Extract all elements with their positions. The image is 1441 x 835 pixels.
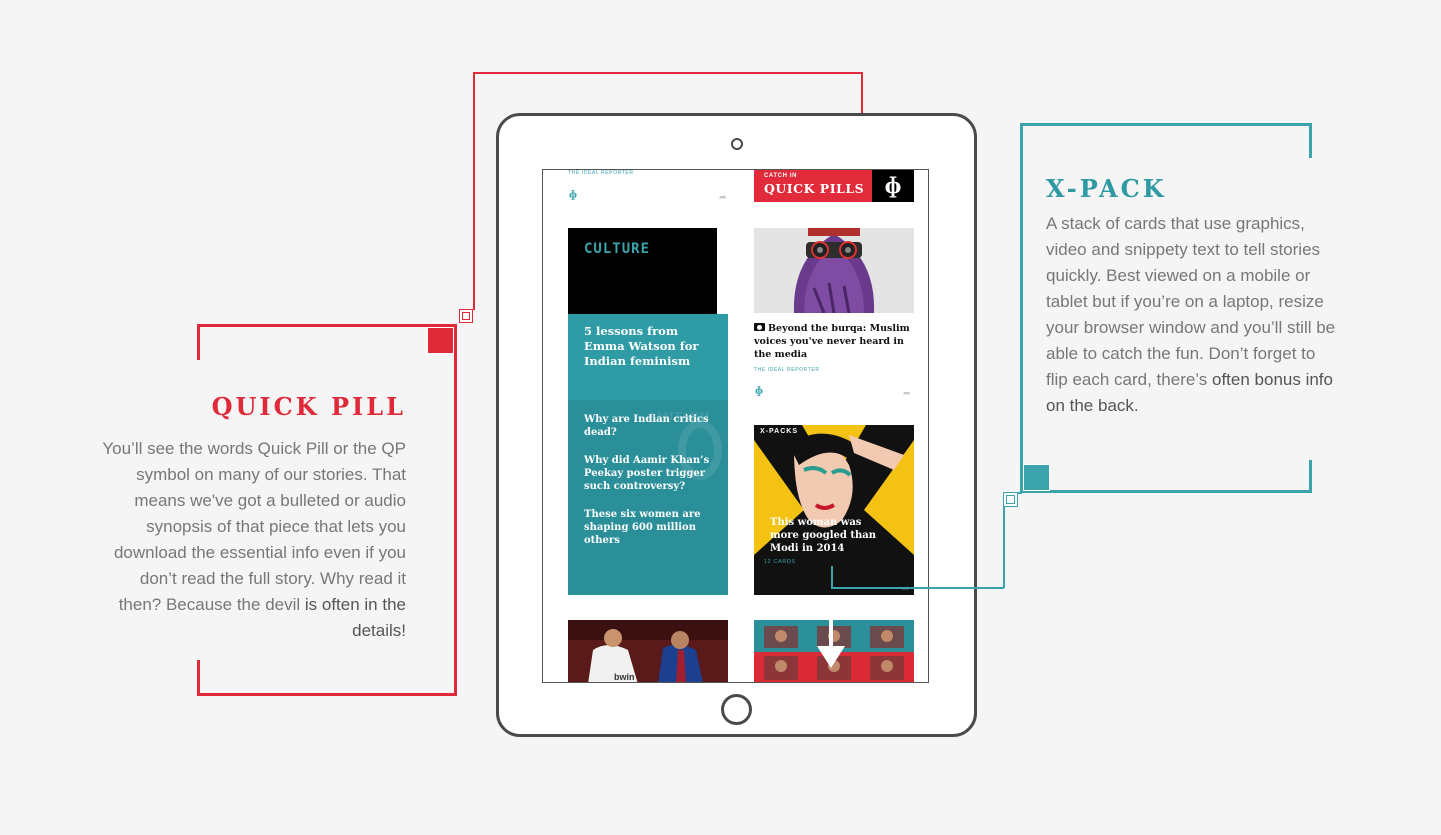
xp-frame-top <box>1020 123 1312 126</box>
football-illustration <box>568 620 728 682</box>
xp-frame-left <box>1020 123 1023 493</box>
xp-connector-up <box>1003 505 1005 588</box>
top-story-source: THE IDEAL REPORTER <box>568 170 634 176</box>
quick-pill-description-emphasis: is often in the details! <box>304 595 406 640</box>
camera-icon <box>754 323 765 331</box>
culture-story-1[interactable]: Why are Indian critics dead? <box>584 413 724 439</box>
culture-story-3[interactable]: These six women are shaping 600 million … <box>584 508 724 547</box>
quick-pill-title: QUICK PILL <box>211 392 406 421</box>
football-story-image[interactable]: bwin <box>568 620 728 682</box>
xpack-title: X-PACK <box>1046 174 1167 203</box>
share-icon-3[interactable]: ➦ <box>902 583 910 594</box>
xp-frame-square <box>1023 464 1050 491</box>
culture-story-list: AMITABH Why are Indian critics dead? Why… <box>568 400 728 595</box>
tablet-screen: THE IDEAL REPORTER ɸ ➦ CATCH IN QUICK PI… <box>542 169 929 683</box>
burqa-story-source: THE IDEAL REPORTER <box>754 367 820 373</box>
qp-symbol-icon[interactable]: ɸ <box>569 190 577 201</box>
burqa-illustration <box>754 228 914 313</box>
share-icon-2[interactable]: ➦ <box>903 388 911 399</box>
qp-frame-square <box>427 327 454 354</box>
culture-story-2[interactable]: Why did Aamir Khan’s Peekay poster trigg… <box>584 454 724 493</box>
burqa-headline-text: Beyond the burqa: Muslim voices you've n… <box>754 323 910 360</box>
burqa-story-headline[interactable]: Beyond the burqa: Muslim voices you've n… <box>754 322 914 361</box>
qp-frame-right <box>454 324 457 696</box>
culture-lead-story[interactable]: 5 lessons from Emma Watson for Indian fe… <box>568 314 728 400</box>
qp-frame-top <box>197 324 457 327</box>
qp-connector-top <box>473 72 863 74</box>
culture-header[interactable]: CULTURE <box>568 228 717 314</box>
qp-frame-bottom <box>197 693 457 696</box>
xp-connector-vertical <box>831 566 833 588</box>
quick-pill-description-main: You’ll see the words Quick Pill or the Q… <box>102 439 406 614</box>
xp-frame-bottom <box>1020 490 1312 493</box>
culture-lead-headline: 5 lessons from Emma Watson for Indian fe… <box>584 324 699 368</box>
catch-in-label: CATCH IN <box>764 173 798 179</box>
scroll-down-arrow-icon <box>817 618 845 668</box>
xpack-card-count: 12 CARDS <box>764 559 796 565</box>
culture-label: CULTURE <box>584 241 651 257</box>
xp-frame-right-bottom <box>1309 460 1312 493</box>
tablet-camera <box>731 138 743 150</box>
xp-connector-link <box>1017 492 1022 494</box>
burqa-story-image[interactable] <box>754 228 914 313</box>
qp-connector-left <box>473 72 475 310</box>
xp-connector-horizontal <box>831 587 1004 589</box>
xp-connector-node-inner <box>1006 495 1015 504</box>
xpack-description: A stack of cards that use graphics, vide… <box>1046 211 1336 419</box>
qp-frame-left-top <box>197 324 200 360</box>
quick-pill-description: You’ll see the words Quick Pill or the Q… <box>94 436 406 644</box>
quick-pills-label: QUICK PILLS <box>764 181 865 196</box>
qp-symbol-icon-2[interactable]: ɸ <box>755 386 763 397</box>
xpack-tag: X-PACKS <box>760 428 798 435</box>
tablet-home-button[interactable] <box>721 694 752 725</box>
xpack-card[interactable]: X-PACKS This woman was more googled than… <box>754 425 914 595</box>
quick-pills-logo-icon[interactable]: ɸ <box>872 170 914 202</box>
xp-frame-right-top <box>1309 123 1312 158</box>
qp-connector-node-inner <box>462 312 470 320</box>
xpack-illustration <box>754 425 914 595</box>
xpack-headline: This woman was more googled than Modi in… <box>770 517 876 554</box>
share-icon[interactable]: ➦ <box>719 192 727 203</box>
xpack-description-main: A stack of cards that use graphics, vide… <box>1046 214 1336 389</box>
qp-frame-left-bottom <box>197 660 200 696</box>
football-sponsor-text: bwin <box>614 672 635 682</box>
